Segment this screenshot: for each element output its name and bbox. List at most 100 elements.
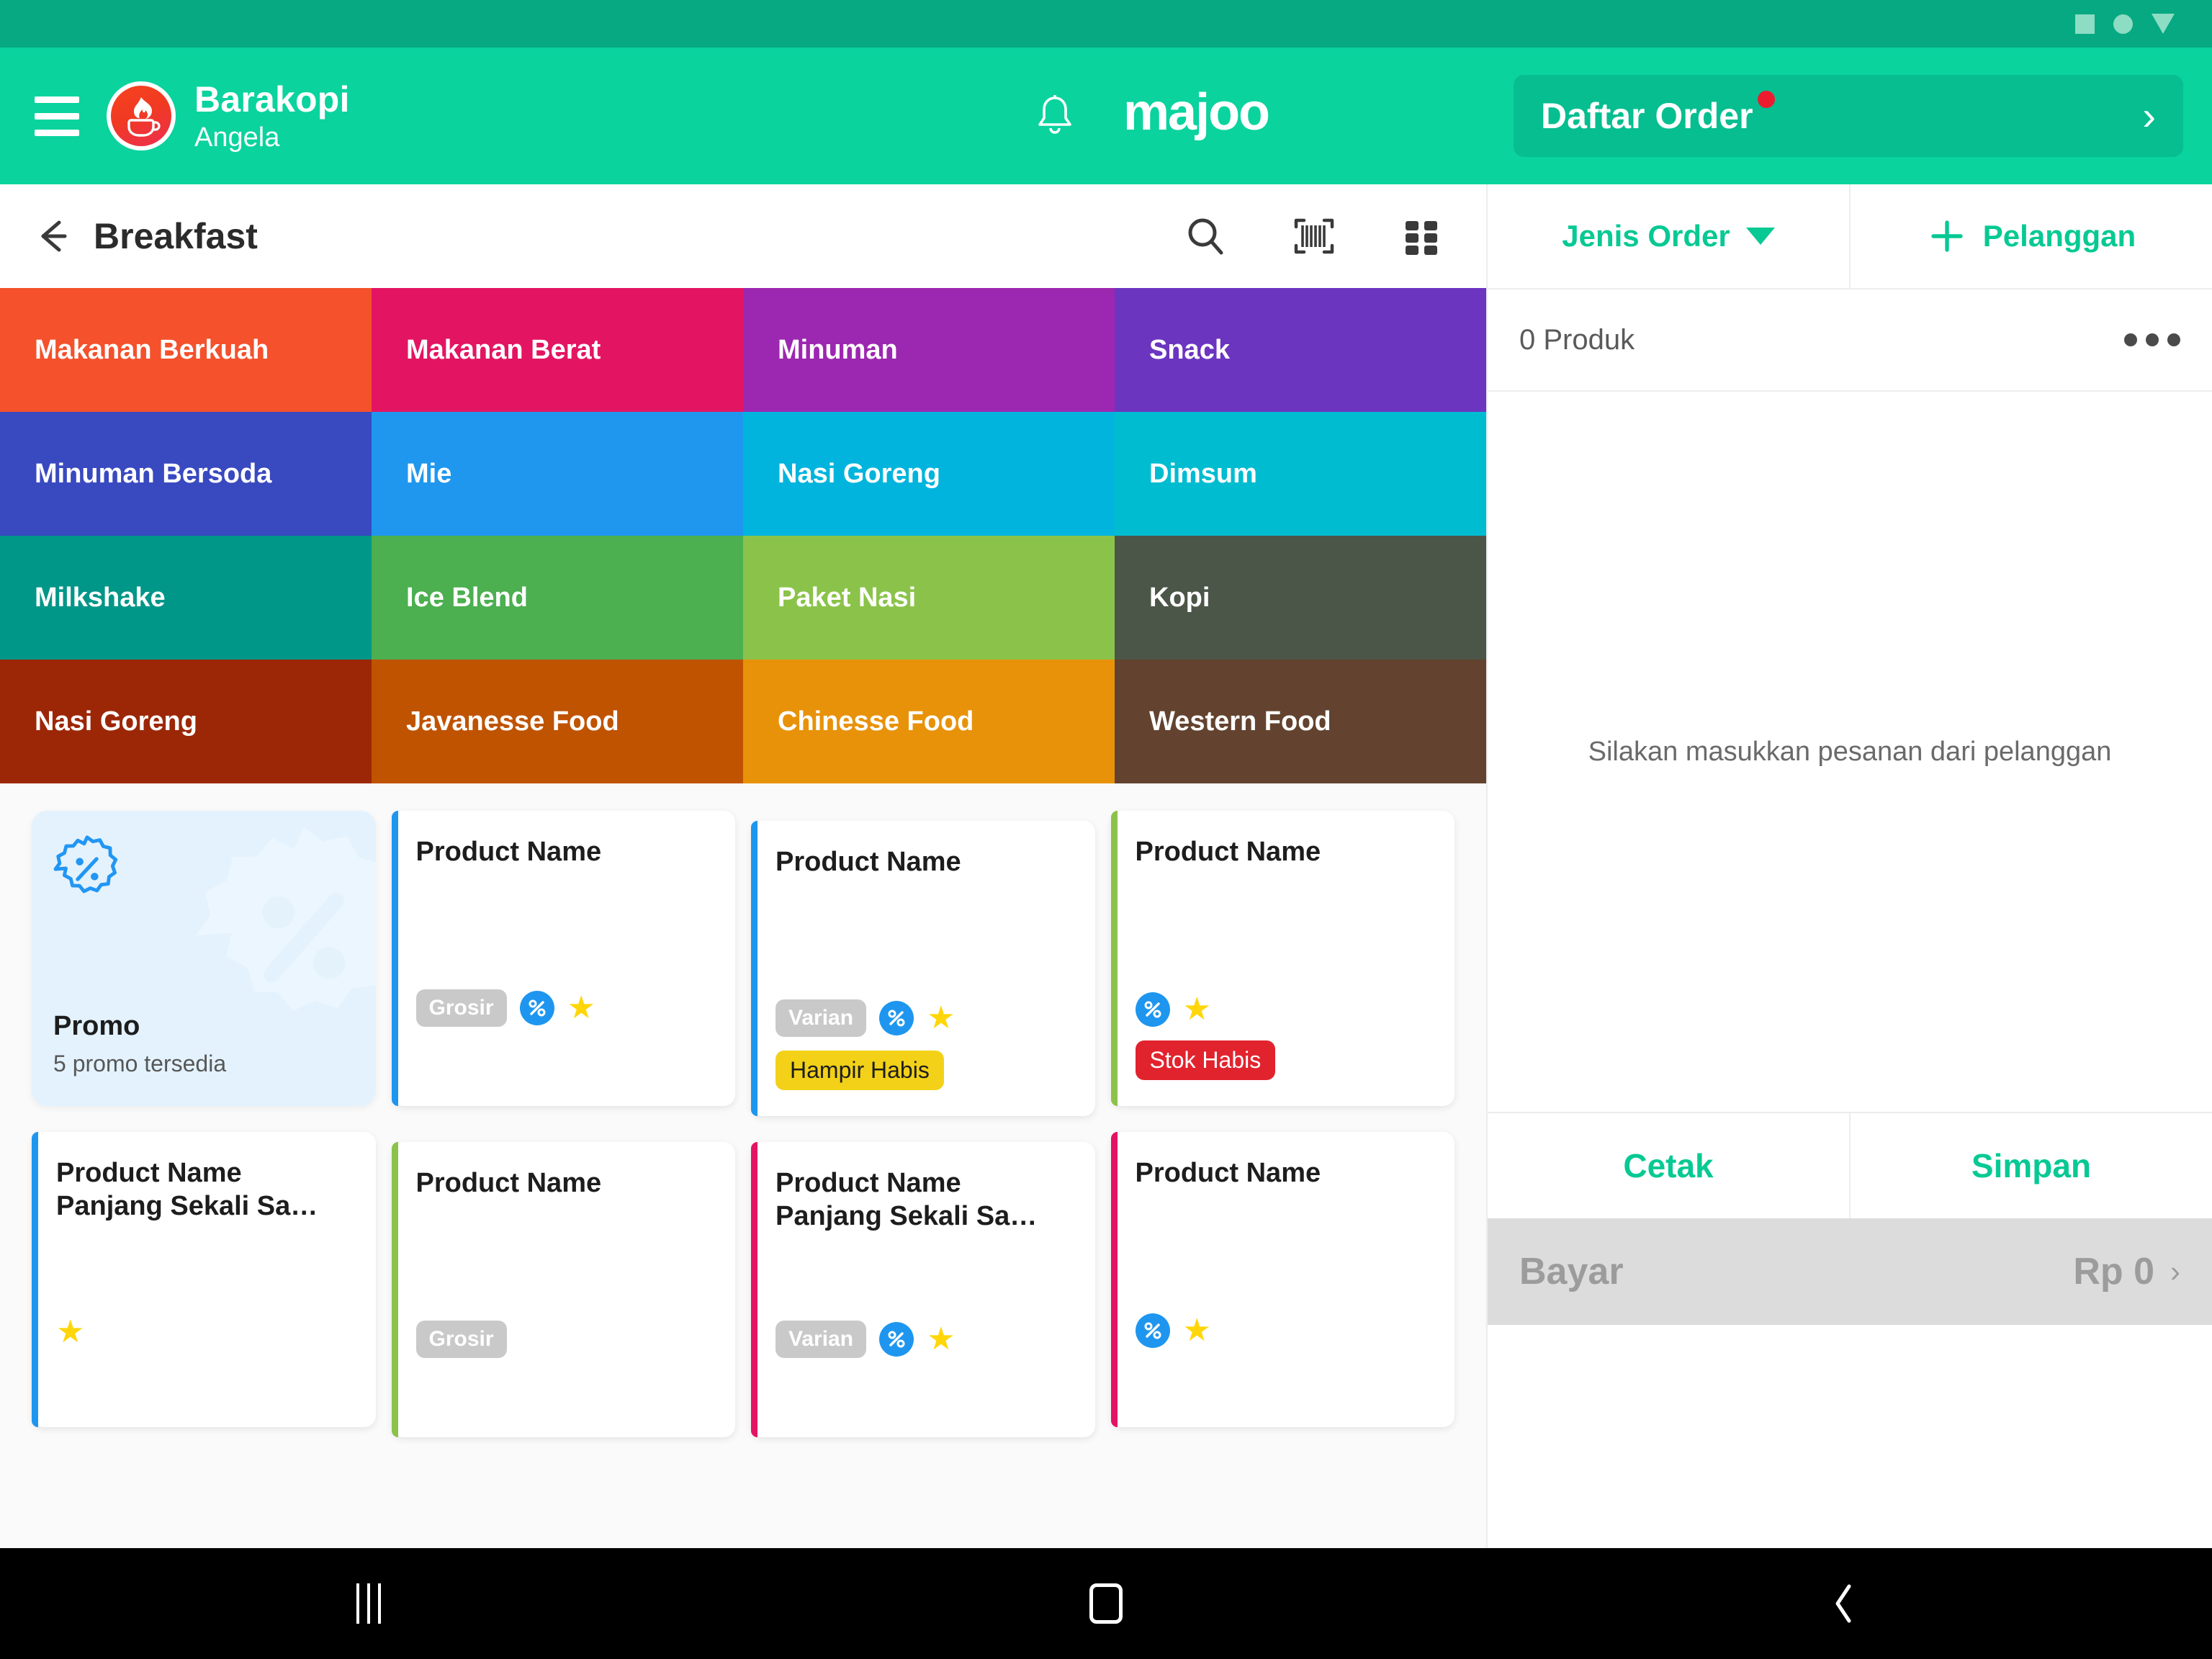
android-nav-bar <box>0 1548 2212 1659</box>
pay-amount: Rp 0 <box>2073 1251 2154 1292</box>
category-tile[interactable]: Ice Blend <box>372 536 743 660</box>
circle-icon <box>2113 14 2133 34</box>
category-label: Milkshake <box>35 582 166 613</box>
category-tile[interactable]: Makanan Berat <box>372 288 743 412</box>
add-customer-label: Pelanggan <box>1982 219 2136 253</box>
discount-icon <box>1135 992 1170 1027</box>
favorite-star-icon: ★ <box>1182 1313 1211 1348</box>
stock-status-badge: Hampir Habis <box>775 1051 944 1090</box>
category-label: Mie <box>406 458 452 489</box>
category-label: Chinesse Food <box>778 706 974 737</box>
user-name: Angela <box>194 122 280 153</box>
daftar-order-button[interactable]: Daftar Order › <box>1514 75 2183 157</box>
discount-icon <box>879 1001 914 1035</box>
product-card[interactable]: Product Name Panjang Sekali Sa… Varian ★ <box>751 1142 1095 1437</box>
product-accent-bar <box>391 1142 398 1437</box>
favorite-star-icon: ★ <box>1182 992 1211 1027</box>
category-tile[interactable]: Makanan Berkuah <box>0 288 372 412</box>
back-arrow-icon[interactable] <box>30 214 75 258</box>
category-tile[interactable]: Nasi Goreng <box>0 660 372 783</box>
favorite-star-icon: ★ <box>567 990 595 1025</box>
brand-block: Barakopi Angela <box>107 79 350 153</box>
add-customer-button[interactable]: Pelanggan <box>1851 184 2212 288</box>
pay-button[interactable]: Bayar Rp 0 › <box>1488 1218 2212 1325</box>
category-tile[interactable]: Mie <box>372 412 743 536</box>
favorite-star-icon: ★ <box>927 1000 956 1035</box>
catalog-panel: Breakfast Makanan Berkuah Makanan Berat … <box>0 184 1486 1548</box>
product-card[interactable]: Product Name Grosir ★ <box>391 811 735 1106</box>
grid-view-icon[interactable] <box>1400 214 1444 258</box>
category-tile[interactable]: Javanesse Food <box>372 660 743 783</box>
discount-icon <box>879 1322 914 1357</box>
category-tile[interactable]: Paket Nasi <box>743 536 1115 660</box>
square-icon <box>2075 14 2095 34</box>
product-badges: Grosir ★ <box>415 989 595 1027</box>
product-type-pill: Grosir <box>415 1321 507 1358</box>
product-card[interactable]: Product Name Grosir <box>391 1142 735 1437</box>
majoo-logo: majoo <box>1123 84 1346 148</box>
category-tile[interactable]: Minuman Bersoda <box>0 412 372 536</box>
order-notification-dot <box>1757 91 1775 108</box>
product-card[interactable]: Product Name Panjang Sekali Sa… ★ <box>32 1132 376 1427</box>
pay-label: Bayar <box>1519 1251 1624 1292</box>
category-label: Makanan Berkuah <box>35 334 269 365</box>
product-accent-bar <box>1110 811 1118 1106</box>
hamburger-menu-icon[interactable] <box>35 96 79 136</box>
plus-icon <box>1931 220 1963 252</box>
category-tile[interactable]: Snack <box>1115 288 1486 412</box>
category-label: Minuman Bersoda <box>35 458 272 489</box>
home-icon[interactable] <box>737 1583 1475 1624</box>
product-badges: Varian ★ <box>775 1321 956 1358</box>
product-card[interactable]: Product Name ★ <box>1110 1132 1455 1427</box>
product-accent-bar <box>391 811 398 1106</box>
category-label: Kopi <box>1149 582 1210 613</box>
save-label: Simpan <box>1971 1147 2092 1184</box>
product-name: Product Name Panjang Sekali Sa… <box>775 1168 1038 1232</box>
status-bar <box>0 0 2212 48</box>
discount-icon <box>1135 1313 1170 1348</box>
category-tile[interactable]: Dimsum <box>1115 412 1486 536</box>
favorite-star-icon: ★ <box>927 1321 956 1357</box>
svg-text:majoo: majoo <box>1123 85 1269 141</box>
print-button[interactable]: Cetak <box>1488 1113 1849 1218</box>
category-tile[interactable]: Chinesse Food <box>743 660 1115 783</box>
flame-cup-glyph <box>127 96 161 137</box>
back-nav-icon[interactable] <box>1475 1582 2212 1625</box>
product-badges: ★ <box>56 1316 84 1348</box>
category-tile[interactable]: Minuman <box>743 288 1115 412</box>
category-label: Makanan Berat <box>406 334 601 365</box>
category-tile[interactable]: Milkshake <box>0 536 372 660</box>
save-button[interactable]: Simpan <box>1851 1113 2212 1218</box>
category-tile[interactable]: Kopi <box>1115 536 1486 660</box>
order-type-selector[interactable]: Jenis Order <box>1488 184 1849 288</box>
promo-card[interactable]: Promo 5 promo tersedia <box>32 811 376 1106</box>
triangle-down-icon <box>2152 14 2175 34</box>
print-label: Cetak <box>1623 1147 1714 1184</box>
recent-apps-icon[interactable] <box>0 1583 737 1624</box>
more-horizontal-icon[interactable] <box>2124 333 2180 346</box>
product-accent-bar <box>751 821 757 1116</box>
catalog-toolbar: Breakfast <box>0 184 1486 288</box>
product-accent-bar <box>1110 1132 1118 1427</box>
promo-subtitle: 5 promo tersedia <box>53 1051 227 1076</box>
app-header: Barakopi Angela majoo Daftar Order › <box>0 48 2212 184</box>
category-tile[interactable]: Western Food <box>1115 660 1486 783</box>
product-accent-bar <box>751 1142 757 1437</box>
product-name: Product Name <box>1135 837 1321 867</box>
order-panel-header: Jenis Order Pelanggan <box>1488 184 2212 288</box>
product-card[interactable]: Product Name Varian ★ Hampir Habis <box>751 821 1095 1116</box>
barakopi-flame-cup-logo <box>107 81 176 150</box>
category-label: Nasi Goreng <box>778 458 940 489</box>
product-grid: Promo 5 promo tersedia Product Name Grosi… <box>32 811 1455 1437</box>
product-name: Product Name <box>775 847 961 877</box>
notification-bell-icon[interactable] <box>1034 94 1076 138</box>
order-panel: Jenis Order Pelanggan 0 Produk Silakan m… <box>1486 184 2212 1548</box>
chevron-right-icon: › <box>2170 1254 2180 1288</box>
product-type-pill: Varian <box>775 1321 867 1358</box>
barcode-scan-icon[interactable] <box>1292 214 1336 258</box>
product-count-row: 0 Produk <box>1488 288 2212 392</box>
product-badges: ★ <box>1135 992 1211 1027</box>
category-tile[interactable]: Nasi Goreng <box>743 412 1115 536</box>
search-icon[interactable] <box>1184 214 1228 258</box>
product-card[interactable]: Product Name ★ Stok Habis <box>1110 811 1455 1106</box>
